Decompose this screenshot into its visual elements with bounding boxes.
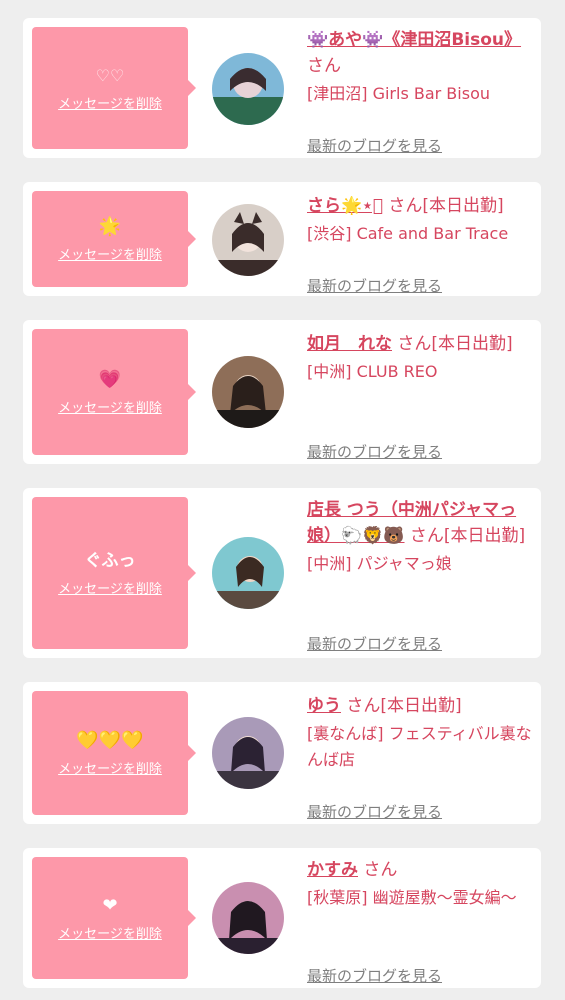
honorific: さん: [363, 860, 398, 880]
avatar[interactable]: [212, 204, 284, 276]
entry-info: 👾あや👾《津田沼Bisou》 さん [津田沼] Girls Bar Bisou …: [307, 27, 539, 155]
message-card: 💛💛💛 メッセージを削除 ゆう さん[本日出勤] [裏なんば] フェスティバル裏…: [23, 682, 541, 824]
message-bubble: ♡♡ メッセージを削除: [32, 27, 196, 149]
entry-info: ゆう さん[本日出勤] [裏なんば] フェスティバル裏なんば店 最新のブログを見…: [307, 693, 539, 821]
cast-name-link[interactable]: ゆう: [307, 696, 341, 716]
shop-name: [中洲] CLUB REO: [307, 362, 438, 381]
cast-name-link[interactable]: さら🌟⋆͛: [307, 196, 383, 216]
entry-info: 店長 つう（中洲パジャマっ娘）🐑🦁🐻 さん[本日出勤] [中洲] パジャマっ娘 …: [307, 497, 539, 653]
message-card: ❤ メッセージを削除 かすみ さん [秋葉原] 幽遊屋敷〜霊女編〜 最新のブログ…: [23, 848, 541, 988]
honorific: さん: [388, 196, 423, 216]
avatar[interactable]: [212, 53, 284, 125]
avatar[interactable]: [212, 717, 284, 789]
latest-blog-link[interactable]: 最新のブログを見る: [307, 135, 442, 156]
latest-blog-link[interactable]: 最新のブログを見る: [307, 275, 442, 296]
message-bubble: ❤ メッセージを削除: [32, 857, 196, 979]
honorific: さん: [397, 334, 432, 354]
message-bubble: 💗 メッセージを削除: [32, 329, 196, 455]
delete-message-link[interactable]: メッセージを削除: [58, 758, 162, 777]
status-text: [本日出勤]: [443, 526, 526, 546]
delete-message-link[interactable]: メッセージを削除: [58, 578, 162, 597]
message-text: ♡♡: [95, 65, 125, 85]
shop-name: [中洲] パジャマっ娘: [307, 554, 452, 573]
shop-name: [津田沼] Girls Bar Bisou: [307, 84, 490, 103]
message-text: 🌟: [98, 215, 122, 237]
shop-name: [渋谷] Cafe and Bar Trace: [307, 224, 509, 243]
honorific: さん: [346, 696, 381, 716]
status-text: [本日出勤]: [422, 196, 504, 216]
message-text: ぐふっ: [84, 550, 136, 571]
message-bubble: ぐふっ メッセージを削除: [32, 497, 196, 649]
avatar[interactable]: [212, 537, 284, 609]
latest-blog-link[interactable]: 最新のブログを見る: [307, 965, 442, 986]
message-bubble: 🌟 メッセージを削除: [32, 191, 196, 287]
avatar[interactable]: [212, 356, 284, 428]
delete-message-link[interactable]: メッセージを削除: [58, 397, 162, 416]
shop-name: [秋葉原] 幽遊屋敷〜霊女編〜: [307, 888, 517, 907]
entry-info: さら🌟⋆͛ さん[本日出勤] [渋谷] Cafe and Bar Trace 最…: [307, 193, 539, 295]
shop-name: [裏なんば] フェスティバル裏なんば店: [307, 724, 532, 769]
honorific: さん: [307, 56, 341, 76]
message-card: 🌟 メッセージを削除 さら🌟⋆͛ さん[本日出勤] [渋谷] Cafe and …: [23, 182, 541, 296]
entry-info: かすみ さん [秋葉原] 幽遊屋敷〜霊女編〜 最新のブログを見る: [307, 857, 539, 985]
delete-message-link[interactable]: メッセージを削除: [58, 923, 162, 942]
entry-info: 如月 れな さん[本日出勤] [中洲] CLUB REO 最新のブログを見る: [307, 331, 539, 461]
delete-message-link[interactable]: メッセージを削除: [58, 93, 162, 112]
message-text: 💗: [98, 368, 122, 390]
delete-message-link[interactable]: メッセージを削除: [58, 244, 162, 263]
cast-name-link[interactable]: かすみ: [307, 860, 358, 880]
honorific: さん: [409, 526, 444, 546]
avatar[interactable]: [212, 882, 284, 954]
cast-name-link[interactable]: 如月 れな: [307, 334, 392, 354]
message-text: ❤: [102, 894, 118, 916]
message-bubble: 💛💛💛 メッセージを削除: [32, 691, 196, 815]
message-card: 💗 メッセージを削除 如月 れな さん[本日出勤] [中洲] CLUB REO …: [23, 320, 541, 464]
message-card: ♡♡ メッセージを削除 👾あや👾《津田沼Bisou》 さん [津田沼] Girl…: [23, 18, 541, 158]
message-card: ぐふっ メッセージを削除 店長 つう（中洲パジャマっ娘）🐑🦁🐻 さん[本日出勤]…: [23, 488, 541, 658]
status-text: [本日出勤]: [380, 696, 462, 716]
latest-blog-link[interactable]: 最新のブログを見る: [307, 441, 442, 462]
latest-blog-link[interactable]: 最新のブログを見る: [307, 633, 442, 654]
status-text: [本日出勤]: [431, 334, 513, 354]
message-text: 💛💛💛: [76, 729, 144, 751]
cast-name-link[interactable]: 👾あや👾《津田沼Bisou》: [307, 30, 521, 50]
latest-blog-link[interactable]: 最新のブログを見る: [307, 801, 442, 822]
